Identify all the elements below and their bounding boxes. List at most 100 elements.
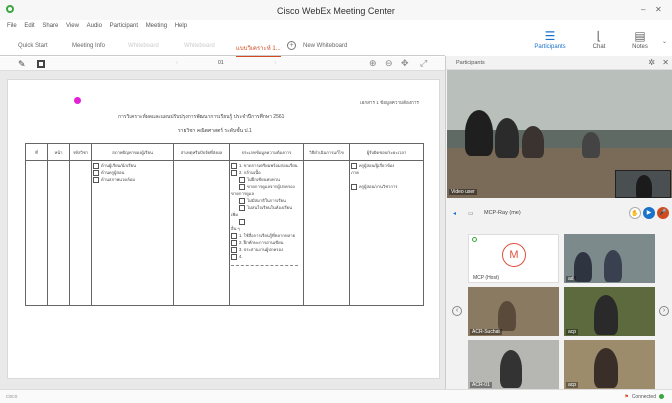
video-person [594, 295, 618, 335]
blank-line [231, 260, 298, 266]
document-text: ภาค [351, 170, 359, 175]
status-bar: cisco ⚑ Connected [0, 389, 672, 403]
table-header: สาเหตุหรือปัจจัยที่ส่งผล [173, 143, 230, 161]
close-icon[interactable]: ✕ [662, 58, 669, 67]
checkbox-item: ไม่ฝึกเขียนทบทวน [231, 176, 302, 183]
participants-toggle[interactable]: ☰ Participants [530, 30, 570, 50]
menu-file[interactable]: File [7, 20, 17, 32]
analysis-table: ที่ หน้า รหัสวิชา สภาพปัญหาของผู้เรียน ส… [25, 143, 424, 306]
notes-icon: ▤ [634, 29, 646, 43]
participant-name: MCP (Host) [473, 275, 500, 281]
menu-share[interactable]: Share [42, 20, 58, 32]
checkbox-item: 3. ประสานงานผู้ปกครอง [231, 246, 302, 253]
participant-thumbnail[interactable]: ACR-01 [468, 340, 559, 389]
checkbox-item: 1. ใช้สื่อการเรียนรู้ที่หลากหลาย [231, 232, 302, 239]
active-speaker-row: ◂ ▭ MCP-Ray (me) ✋ ▶ 🎤 [446, 206, 672, 222]
previous-thumbs-icon[interactable]: ‹ [452, 306, 462, 316]
main-video-label: Video user [449, 189, 477, 195]
table-cell [69, 160, 92, 306]
participant-thumbnails: M MCP (Host) ad ACR-Suchat acp ACR-01 ac… [468, 234, 655, 389]
menu-edit[interactable]: Edit [24, 20, 34, 32]
video-person [574, 252, 592, 282]
gear-icon[interactable]: ✲ [648, 58, 655, 67]
next-page-icon[interactable]: › [274, 60, 276, 66]
fit-icon[interactable]: ✥ [401, 58, 409, 69]
zoom-out-icon[interactable]: ⊖ [385, 58, 393, 69]
previous-page-icon[interactable]: ‹ [176, 60, 178, 66]
chat-toggle[interactable]: ⌊ Chat [579, 30, 619, 50]
checkbox-item: ขาดการดูแลจากผู้ปกครอง [231, 183, 302, 190]
cisco-logo: cisco [6, 394, 18, 400]
pen-icon[interactable]: ✎ [18, 59, 26, 70]
participant-thumbnail-host[interactable]: M MCP (Host) [468, 234, 559, 283]
pointer-marker [74, 97, 81, 104]
checkbox-item: ครูผู้สอน/งานวิชาการ [351, 183, 422, 190]
mute-icon[interactable]: 🎤 [657, 207, 669, 219]
document-text: ขาดการดูแล [231, 191, 255, 196]
connected-dot-icon [659, 394, 664, 400]
window-title: Cisco WebEx Meeting Center [277, 6, 395, 16]
document-subtitle: รายวิชา คณิตศาสตร์ ระดับชั้น ป.1 [178, 128, 252, 134]
participant-name: ACR-01 [470, 382, 492, 388]
video-person [495, 118, 519, 158]
participant-thumbnail[interactable]: acp [564, 287, 655, 336]
participant-thumbnail[interactable]: ACR-Suchat [468, 287, 559, 336]
minimize-button[interactable]: – [641, 5, 645, 14]
thumbnails-icon[interactable] [37, 60, 45, 68]
tab-whiteboard-1[interactable]: Whiteboard [128, 43, 159, 49]
video-person [636, 175, 652, 198]
checkbox-item: ไม่มีสมาธิในการเรียน [231, 197, 302, 204]
table-header: ที่ [25, 143, 48, 161]
checkbox-item: ด้านสภาพแวดล้อม [93, 176, 172, 183]
video-person [498, 301, 516, 331]
table-header-row: ที่ หน้า รหัสวิชา สภาพปัญหาของผู้เรียน ส… [25, 143, 424, 161]
participant-name: acp [566, 382, 579, 388]
connection-label: Connected [631, 394, 656, 400]
next-thumbs-icon[interactable]: › [659, 306, 669, 316]
document-title: การวิเคราะห์ผลและแผนปรับปรุงการพัฒนาการเ… [118, 114, 285, 120]
table-header: ประเภทข้อมูลความต้องการ [229, 143, 304, 161]
notes-toggle[interactable]: ▤ Notes [620, 30, 660, 50]
expand-icon[interactable]: ⤢ [420, 58, 427, 69]
active-speaker-name: MCP-Ray (me) [484, 210, 521, 216]
zoom-in-icon[interactable]: ⊕ [369, 58, 377, 69]
checkbox-item: ด้านผู้เรียน/นักเรียน [93, 162, 172, 169]
tab-new-whiteboard[interactable]: New Whiteboard [303, 43, 347, 49]
participant-thumbnail[interactable]: acp [564, 340, 655, 389]
checkbox-item: 2. ฝึกทักษะการอ่านเขียน [231, 239, 302, 246]
connection-status: ⚑ Connected [624, 394, 664, 400]
tab-shared-document[interactable]: แบบวิเคราะห์ 1... [236, 43, 281, 58]
checkbox-item [231, 218, 302, 225]
notes-toggle-label: Notes [632, 44, 648, 50]
video-person [522, 126, 544, 158]
self-view[interactable] [615, 170, 671, 198]
tab-bar: Quick Start Meeting Info Whiteboard Whit… [0, 38, 445, 58]
participant-thumbnail[interactable]: ad [564, 234, 655, 283]
page-number[interactable]: 01 [218, 60, 224, 66]
tab-whiteboard-2[interactable]: Whiteboard [184, 43, 215, 49]
table-cell [47, 160, 70, 306]
table-header: ผู้รับผิดชอบ/ระยะเวลา [349, 143, 424, 161]
new-whiteboard-add-icon[interactable]: + [287, 41, 296, 50]
chevron-down-icon[interactable]: ⌄ [662, 38, 667, 45]
tab-quick-start[interactable]: Quick Start [18, 43, 48, 49]
main-video[interactable]: Video user [447, 70, 672, 198]
raise-hand-icon[interactable]: ✋ [629, 207, 641, 219]
menu-meeting[interactable]: Meeting [146, 20, 167, 32]
participants-panel: Participants ✲ ✕ Video user ◂ ▭ MCP-Ray … [445, 56, 672, 389]
panel-header: Participants ✲ ✕ [446, 56, 672, 70]
document-reference: เอกสาร 1 ข้อมูลความต้องการ [360, 100, 419, 105]
document-text: อื่น ๆ [231, 226, 240, 231]
table-cell: ด้านผู้เรียน/นักเรียน ด้านครูผู้สอน ด้าน… [91, 160, 174, 306]
menu-participant[interactable]: Participant [110, 20, 138, 32]
menu-audio[interactable]: Audio [87, 20, 102, 32]
menu-view[interactable]: View [66, 20, 79, 32]
chat-toggle-label: Chat [592, 44, 606, 50]
video-toggle-icon[interactable]: ▶ [643, 207, 655, 219]
menu-help[interactable]: Help [175, 20, 187, 32]
close-button[interactable]: ✕ [655, 5, 662, 14]
video-person [582, 132, 600, 158]
menu-bar: File Edit Share View Audio Participant M… [0, 20, 300, 32]
tab-meeting-info[interactable]: Meeting Info [72, 43, 105, 49]
